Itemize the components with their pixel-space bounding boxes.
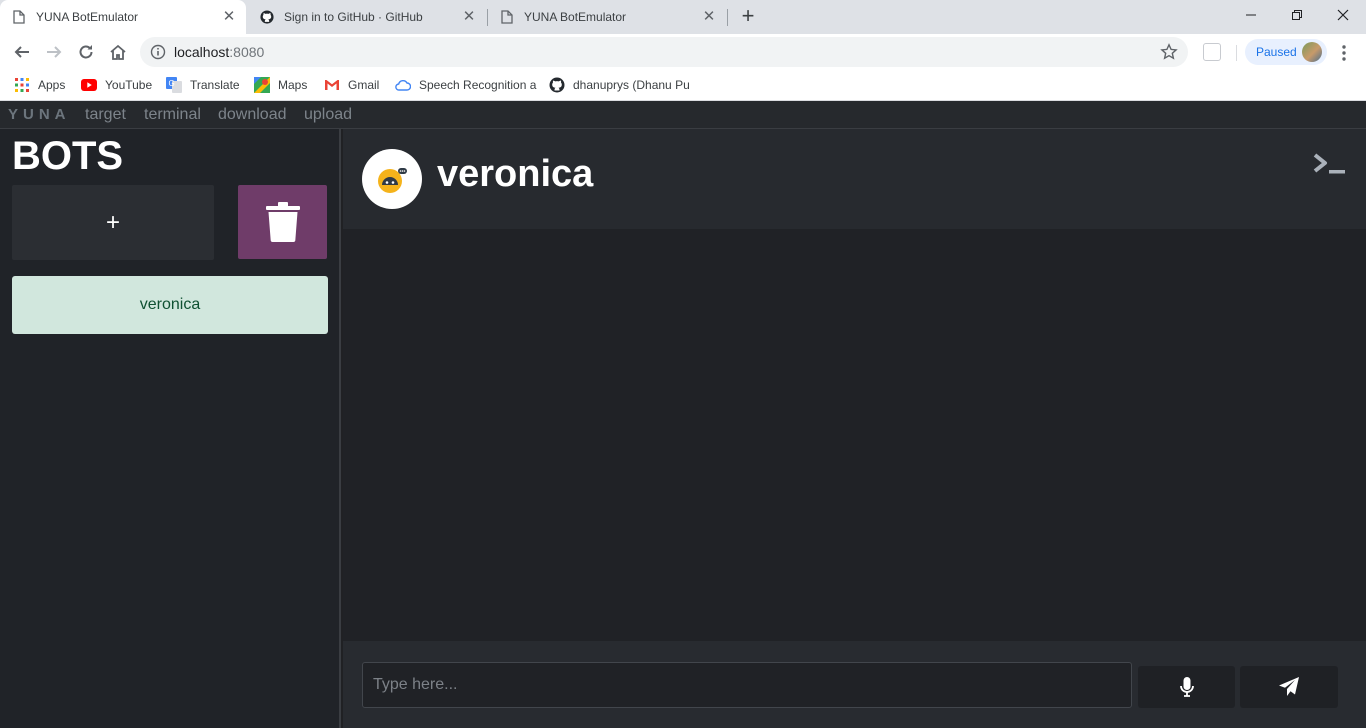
- minimize-button[interactable]: [1228, 0, 1274, 30]
- bookmark-label: Gmail: [348, 78, 380, 92]
- bots-sidebar: BOTS + veronica: [0, 129, 341, 728]
- chat-messages-area: [343, 229, 1366, 641]
- bookmark-youtube[interactable]: YouTube: [81, 77, 152, 93]
- tab-divider: [727, 9, 728, 26]
- forward-button[interactable]: [42, 40, 66, 64]
- browser-tab[interactable]: YUNA BotEmulator ✕: [488, 0, 726, 34]
- app-navbar: YUNA target terminal download upload: [0, 101, 1366, 129]
- bookmark-label: Maps: [278, 78, 308, 92]
- chat-input-bar: [343, 641, 1366, 728]
- arrow-right-icon: [47, 46, 62, 58]
- extension-icon[interactable]: [1203, 43, 1221, 61]
- home-button[interactable]: [106, 40, 130, 64]
- back-button[interactable]: [10, 40, 34, 64]
- maps-icon: [254, 77, 270, 93]
- info-icon[interactable]: [150, 44, 166, 60]
- bookmark-label: Translate: [190, 78, 240, 92]
- bookmark-label: Speech Recognition a: [419, 78, 537, 92]
- add-bot-button[interactable]: +: [12, 185, 214, 260]
- avatar: [362, 149, 422, 209]
- bookmark-label: dhanuprys (Dhanu Pu: [573, 78, 690, 92]
- tab-title: YUNA BotEmulator: [36, 10, 139, 24]
- message-input[interactable]: [362, 662, 1132, 708]
- bookmark-maps[interactable]: Maps: [254, 77, 307, 93]
- microphone-icon: [1179, 677, 1194, 697]
- terminal-icon[interactable]: [1312, 151, 1346, 177]
- trash-icon: [265, 202, 300, 242]
- bookmark-label: YouTube: [105, 78, 153, 92]
- window-close-button[interactable]: [1320, 0, 1366, 30]
- bookmark-label: Apps: [38, 78, 66, 92]
- reload-icon: [79, 45, 93, 59]
- chat-header: veronica: [343, 129, 1366, 229]
- close-icon[interactable]: ✕: [700, 8, 718, 26]
- delete-bot-button[interactable]: [238, 185, 327, 259]
- youtube-icon: [81, 77, 97, 93]
- new-tab-button[interactable]: +: [736, 5, 760, 29]
- translate-icon: G: [166, 77, 182, 93]
- svg-text:G: G: [169, 79, 175, 88]
- send-button[interactable]: [1240, 666, 1338, 708]
- address-bar[interactable]: localhost:8080: [140, 37, 1188, 67]
- browser-tab[interactable]: Sign in to GitHub · GitHub ✕: [248, 0, 486, 34]
- more-menu-icon[interactable]: [1334, 43, 1354, 63]
- bot-icon: [378, 168, 407, 193]
- page-icon: [12, 10, 26, 24]
- tab-title: Sign in to GitHub · GitHub: [284, 10, 423, 24]
- bookmark-speech-recognition[interactable]: Speech Recognition a: [395, 77, 536, 93]
- nav-terminal[interactable]: terminal: [144, 106, 201, 124]
- github-icon: [260, 10, 274, 24]
- star-icon[interactable]: [1160, 43, 1178, 61]
- profile-status: Paused: [1256, 45, 1297, 59]
- url-text: localhost:8080: [174, 44, 265, 60]
- github-icon: [549, 77, 565, 93]
- bookmark-apps[interactable]: Apps: [14, 77, 65, 93]
- browser-toolbar: localhost:8080 Paused: [0, 34, 1366, 69]
- page-icon: [500, 10, 514, 24]
- paper-plane-icon: [1279, 677, 1299, 696]
- profile-button[interactable]: Paused: [1245, 39, 1327, 65]
- nav-upload[interactable]: upload: [304, 106, 352, 124]
- sidebar-title: BOTS: [12, 134, 124, 178]
- brand-logo[interactable]: YUNA: [8, 106, 71, 123]
- cloud-icon: [395, 77, 411, 93]
- tab-title: YUNA BotEmulator: [524, 10, 627, 24]
- nav-target[interactable]: target: [85, 106, 126, 124]
- bot-name: veronica: [437, 153, 594, 195]
- bookmarks-bar: Apps YouTube G Translate Maps Gmail Spee…: [0, 69, 1366, 101]
- apps-grid-icon: [14, 77, 30, 93]
- browser-tabstrip: YUNA BotEmulator ✕ Sign in to GitHub · G…: [0, 0, 1366, 34]
- arrow-left-icon: [14, 46, 29, 58]
- browser-tab-active[interactable]: YUNA BotEmulator ✕: [0, 0, 246, 34]
- bookmark-translate[interactable]: G Translate: [166, 77, 240, 93]
- home-icon: [110, 44, 126, 60]
- close-icon[interactable]: ✕: [460, 8, 478, 26]
- gmail-icon: [324, 77, 340, 93]
- toolbar-divider: [1236, 45, 1237, 61]
- voice-button[interactable]: [1138, 666, 1235, 708]
- bookmark-github[interactable]: dhanuprys (Dhanu Pu: [549, 77, 690, 93]
- reload-button[interactable]: [74, 40, 98, 64]
- close-icon[interactable]: ✕: [220, 8, 238, 26]
- restore-button[interactable]: [1274, 0, 1320, 30]
- avatar: [1302, 42, 1322, 62]
- bookmark-gmail[interactable]: Gmail: [324, 77, 379, 93]
- nav-download[interactable]: download: [218, 106, 287, 124]
- bot-list-item[interactable]: veronica: [12, 276, 328, 334]
